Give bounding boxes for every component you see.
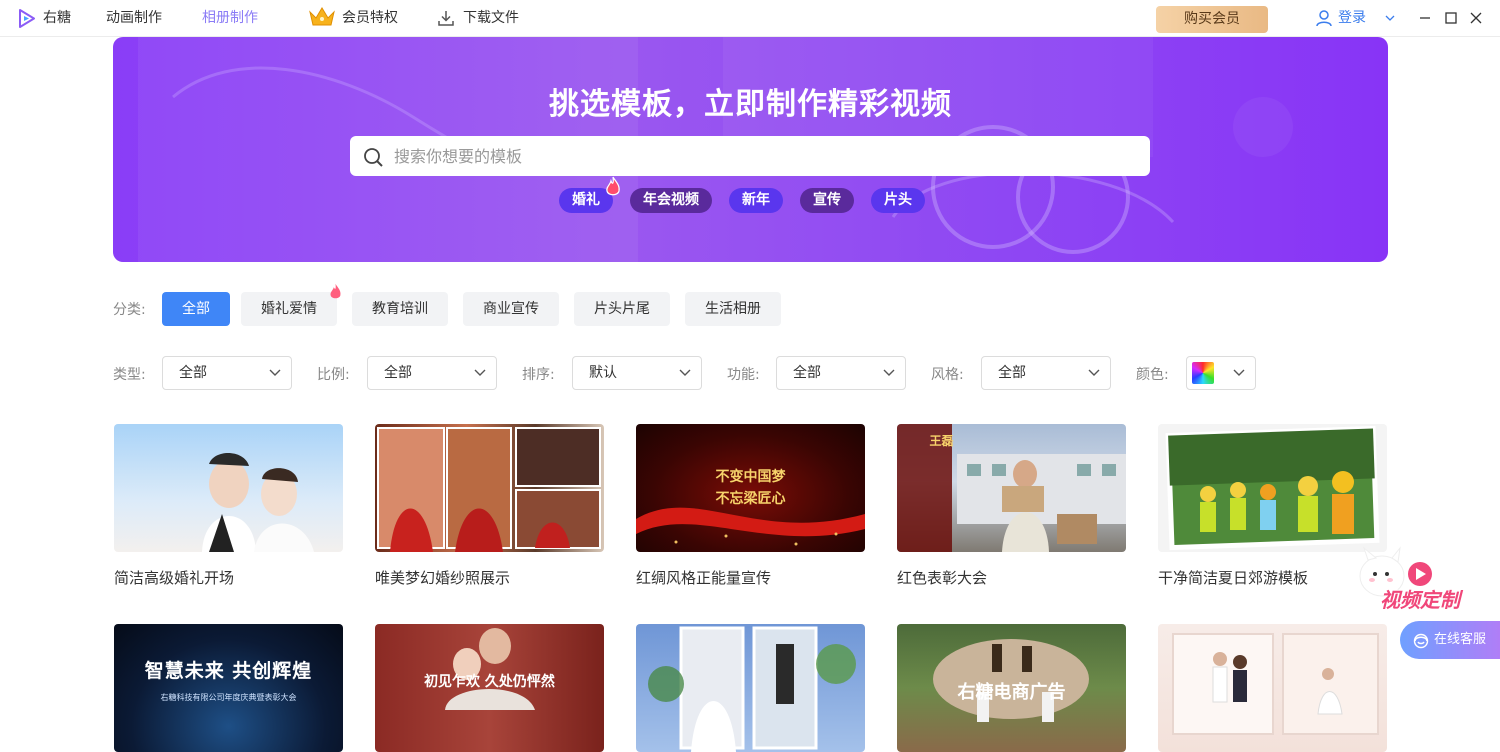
filter-function-value: 全部 — [793, 365, 821, 381]
nav-download[interactable]: 下载文件 — [463, 0, 519, 37]
category-label: 分类: — [113, 302, 146, 318]
thumbnail-caption: 王磊 — [929, 434, 954, 448]
template-title: 简洁高级婚礼开场 — [114, 569, 235, 587]
thumbnail-subcaption: 右糖科技有限公司年度庆典暨表彰大会 — [160, 693, 297, 702]
template-card[interactable]: 智慧未来 共创辉煌 右糖科技有限公司年度庆典暨表彰大会 — [114, 624, 343, 752]
filter-ratio-value: 全部 — [384, 365, 412, 381]
template-thumbnail: 右糖电商广告 — [897, 624, 1126, 752]
search-input[interactable] — [394, 136, 1134, 176]
user-icon — [1316, 10, 1332, 27]
nav-animation[interactable]: 动画制作 — [106, 0, 162, 37]
filter-function-select[interactable]: 全部 — [776, 356, 906, 390]
category-life-album[interactable]: 生活相册 — [685, 292, 781, 326]
chevron-down-icon — [1233, 369, 1245, 376]
filter-type-select[interactable]: 全部 — [162, 356, 292, 390]
filter-type-value: 全部 — [179, 365, 207, 381]
color-swatch — [1192, 362, 1214, 384]
category-education[interactable]: 教育培训 — [352, 292, 448, 326]
thumbnail-caption: 智慧未来 共创辉煌 — [144, 660, 313, 682]
template-card[interactable]: 不变中国梦 不忘梁匠心 红绸风格正能量宣传 — [636, 424, 865, 588]
thumbnail-caption: 不变中国梦 — [715, 469, 786, 485]
filter-ratio-select[interactable]: 全部 — [367, 356, 497, 390]
hot-tag-intro[interactable]: 片头 — [871, 188, 925, 213]
template-title: 红绸风格正能量宣传 — [636, 569, 772, 587]
top-bar: 右糖 动画制作 相册制作 会员特权 下载文件 购买会员 登录 — [0, 0, 1500, 37]
thumbnail-caption: 不忘梁匠心 — [715, 491, 786, 507]
chevron-down-icon — [1088, 369, 1100, 376]
filter-sort-label: 排序: — [522, 367, 555, 383]
video-custom-badge[interactable]: 视频定制 — [1356, 546, 1500, 612]
template-card[interactable]: 王磊 红色表彰大会 — [897, 424, 1126, 588]
template-thumbnail — [1158, 424, 1387, 552]
chevron-down-icon[interactable] — [1384, 12, 1396, 24]
template-title: 唯美梦幻婚纱照展示 — [375, 569, 511, 587]
banner-title: 挑选模板，立即制作精彩视频 — [549, 87, 952, 122]
video-custom-label: 视频定制 — [1380, 588, 1460, 612]
minimize-icon[interactable] — [1417, 10, 1433, 26]
chevron-down-icon — [679, 369, 691, 376]
template-thumbnail — [636, 624, 865, 752]
filter-color-label: 颜色: — [1136, 367, 1169, 383]
hot-tag-newyear[interactable]: 新年 — [729, 188, 783, 213]
close-icon[interactable] — [1468, 10, 1484, 26]
category-intro-outro[interactable]: 片头片尾 — [574, 292, 670, 326]
template-thumbnail — [375, 424, 604, 552]
template-thumbnail: 初见乍欢 久处仍怦然 — [375, 624, 604, 752]
crown-icon — [309, 7, 335, 26]
app-logo-icon — [19, 9, 35, 28]
category-wedding[interactable]: 婚礼爱情 — [241, 292, 337, 326]
hot-tag-promo[interactable]: 宣传 — [800, 188, 854, 213]
filter-function-label: 功能: — [727, 367, 760, 383]
search-icon[interactable] — [362, 146, 384, 168]
flame-icon — [606, 176, 620, 196]
filter-sort-select[interactable]: 默认 — [572, 356, 702, 390]
template-thumbnail: 王磊 — [897, 424, 1126, 552]
online-service-button[interactable]: 在线客服 — [1400, 621, 1500, 659]
template-card[interactable]: 简洁高级婚礼开场 — [114, 424, 343, 588]
buy-vip-button[interactable]: 购买会员 — [1156, 6, 1268, 33]
category-all[interactable]: 全部 — [162, 292, 230, 326]
template-title: 红色表彰大会 — [897, 569, 988, 587]
filter-color-select[interactable] — [1186, 356, 1256, 390]
headset-icon — [1413, 633, 1429, 649]
chevron-down-icon — [474, 369, 486, 376]
filter-style-select[interactable]: 全部 — [981, 356, 1111, 390]
category-business[interactable]: 商业宣传 — [463, 292, 559, 326]
download-icon — [438, 11, 454, 26]
template-thumbnail — [1158, 624, 1387, 752]
template-title: 干净简洁夏日郊游模板 — [1158, 569, 1309, 587]
maximize-icon[interactable] — [1443, 10, 1459, 26]
template-thumbnail — [114, 424, 343, 552]
filter-ratio-label: 比例: — [317, 367, 350, 383]
nav-vip[interactable]: 会员特权 — [342, 0, 398, 37]
nav-album[interactable]: 相册制作 — [202, 0, 258, 37]
filter-style-value: 全部 — [998, 365, 1026, 381]
thumbnail-caption: 初见乍欢 久处仍怦然 — [424, 674, 555, 690]
hero-banner: 挑选模板，立即制作精彩视频 婚礼 年会视频 新年 宣传 片头 — [113, 37, 1388, 262]
hot-tag-annual[interactable]: 年会视频 — [630, 188, 712, 213]
app-name: 右糖 — [43, 10, 71, 26]
template-card[interactable] — [636, 624, 865, 752]
online-service-label: 在线客服 — [1434, 632, 1487, 647]
template-card[interactable]: 唯美梦幻婚纱照展示 — [375, 424, 604, 588]
template-card[interactable] — [1158, 624, 1387, 752]
template-card[interactable]: 初见乍欢 久处仍怦然 — [375, 624, 604, 752]
thumbnail-caption: 右糖电商广告 — [957, 682, 1066, 703]
flame-icon — [330, 283, 341, 299]
template-card[interactable]: 干净简洁夏日郊游模板 — [1158, 424, 1387, 588]
template-thumbnail: 不变中国梦 不忘梁匠心 — [636, 424, 865, 552]
filter-sort-value: 默认 — [589, 365, 617, 381]
chevron-down-icon — [269, 369, 281, 376]
search-box — [350, 136, 1150, 176]
filter-type-label: 类型: — [113, 367, 146, 383]
chevron-down-icon — [883, 369, 895, 376]
template-thumbnail: 智慧未来 共创辉煌 右糖科技有限公司年度庆典暨表彰大会 — [114, 624, 343, 752]
login-link[interactable]: 登录 — [1338, 0, 1366, 37]
template-card[interactable]: 右糖电商广告 — [897, 624, 1126, 752]
filter-style-label: 风格: — [931, 367, 964, 383]
